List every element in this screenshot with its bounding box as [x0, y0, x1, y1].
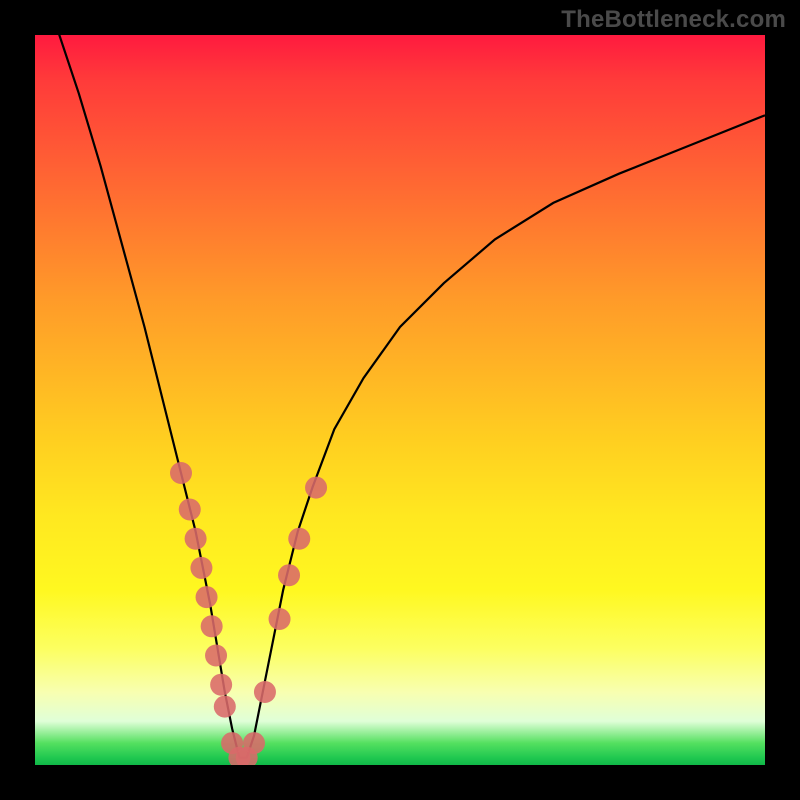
highlight-dot — [185, 528, 207, 550]
highlight-dot — [288, 528, 310, 550]
highlight-dot — [269, 608, 291, 630]
chart-svg — [35, 35, 765, 765]
highlight-dot — [305, 477, 327, 499]
highlight-dot — [210, 674, 232, 696]
highlight-dot — [201, 615, 223, 637]
gradient-plot-area — [35, 35, 765, 765]
highlight-dot — [243, 732, 265, 754]
highlight-dot — [205, 645, 227, 667]
highlight-dot — [179, 499, 201, 521]
bottleneck-curve — [35, 35, 765, 758]
highlight-dot — [214, 696, 236, 718]
highlight-dot — [254, 681, 276, 703]
highlight-dot — [170, 462, 192, 484]
watermark-text: TheBottleneck.com — [561, 6, 786, 34]
highlight-dot — [278, 564, 300, 586]
highlight-dot — [190, 557, 212, 579]
highlight-dot — [196, 586, 218, 608]
